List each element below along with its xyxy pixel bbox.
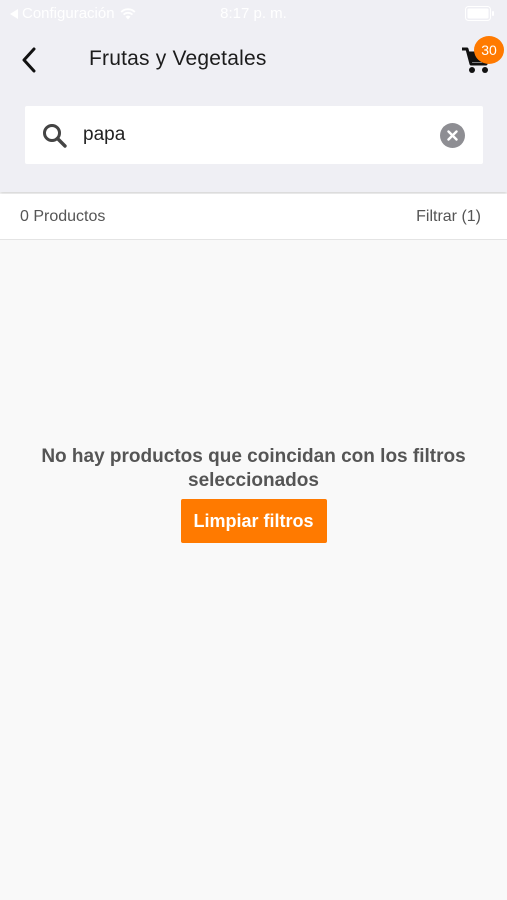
back-button[interactable] <box>14 44 44 76</box>
results-count: 0 Productos <box>20 208 106 225</box>
close-icon <box>447 130 458 141</box>
battery-icon <box>465 6 494 21</box>
clear-filters-button[interactable]: Limpiar filtros <box>180 499 327 543</box>
filter-button[interactable]: Filtrar (1) <box>416 208 481 226</box>
status-bar: Configuración 8:17 p. m. <box>0 0 507 28</box>
empty-state-message: No hay productos que coincidan con los f… <box>41 446 466 491</box>
chevron-left-icon <box>22 47 36 73</box>
status-time: 8:17 p. m. <box>220 5 287 22</box>
clear-search-button[interactable] <box>440 123 465 148</box>
cart-count-badge: 30 <box>474 36 504 64</box>
top-header-area: Configuración 8:17 p. m. Frutas y Vegeta… <box>0 0 507 192</box>
empty-state: No hay productos que coincidan con los f… <box>0 445 507 543</box>
search-box[interactable] <box>25 106 483 164</box>
page-title: Frutas y Vegetales <box>89 47 267 70</box>
results-bar: 0 Productos Filtrar (1) <box>0 194 507 240</box>
search-icon <box>43 124 67 148</box>
search-input[interactable] <box>83 118 423 152</box>
